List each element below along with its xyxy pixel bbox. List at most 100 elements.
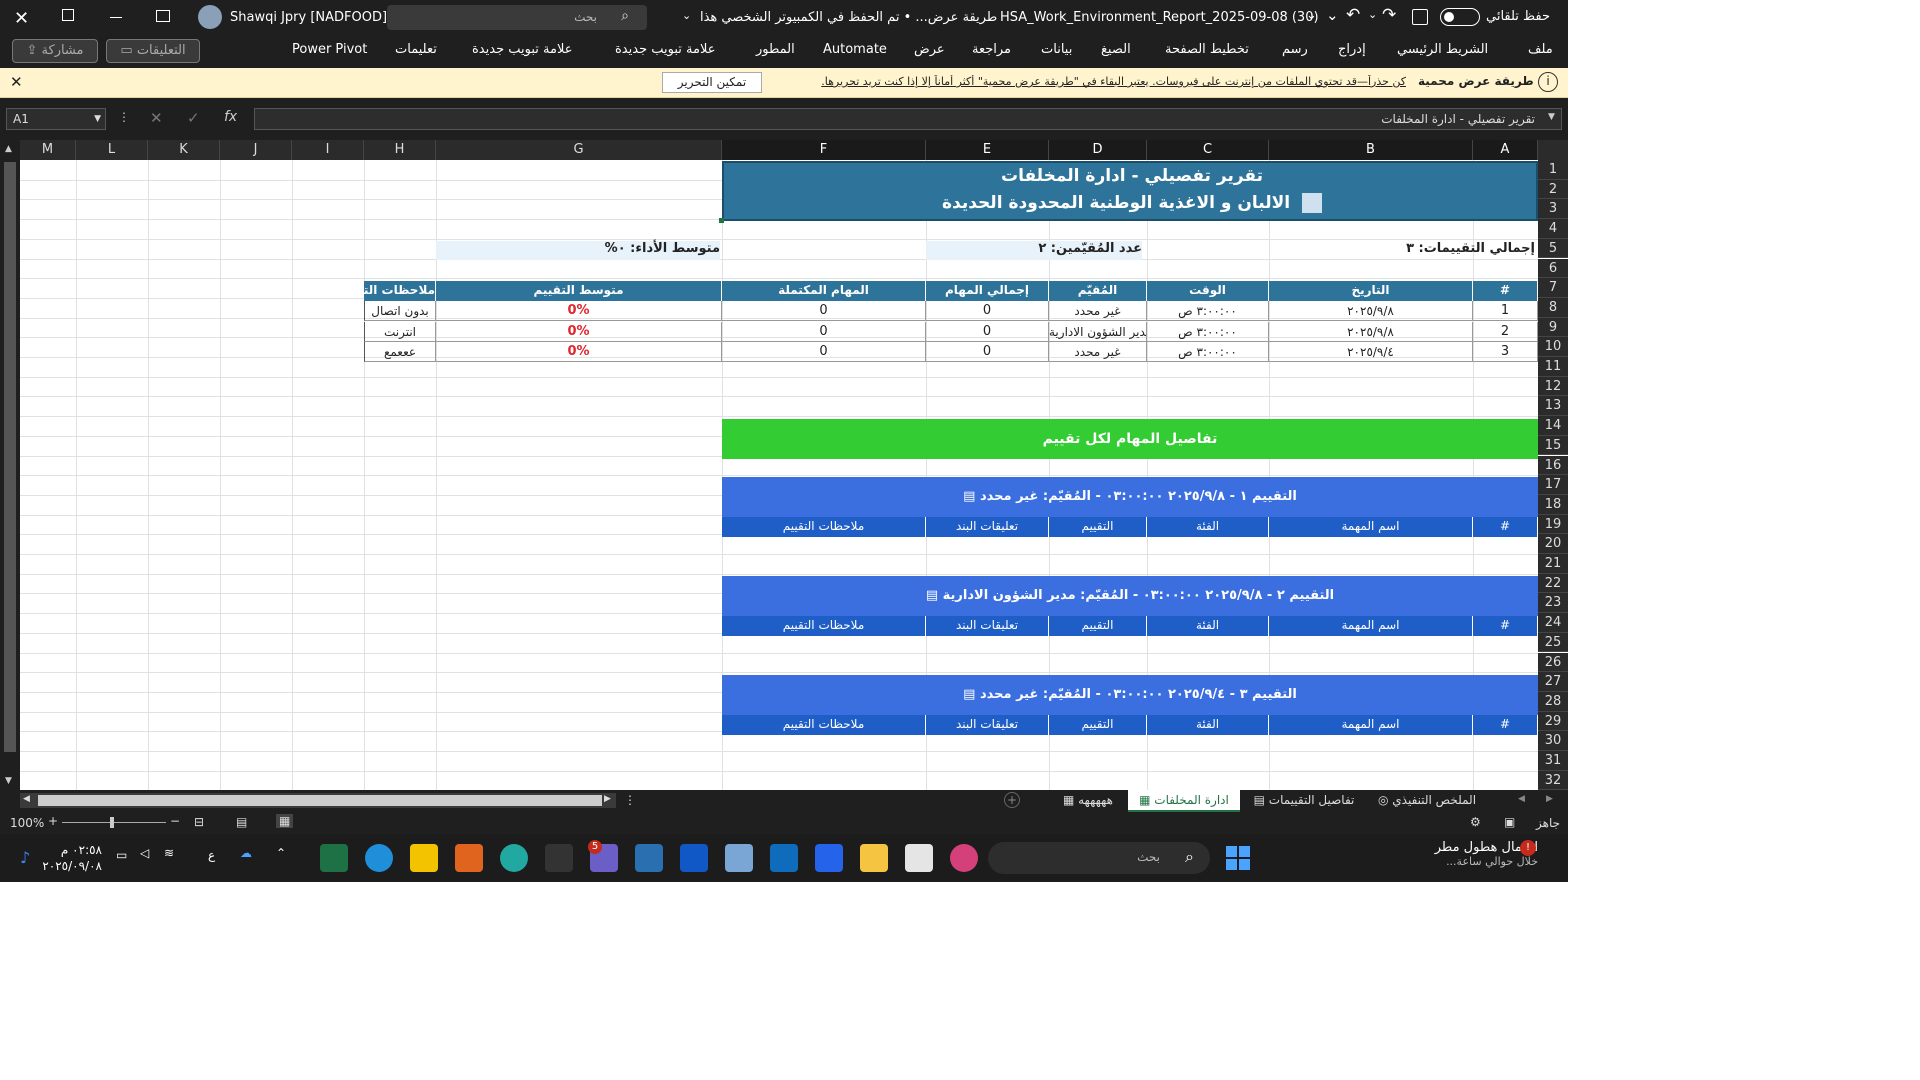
sheet-tab-eval-details[interactable]: ▤ تفاصيل التقييمات — [1246, 790, 1362, 812]
detail-th-number[interactable]: # — [1473, 616, 1538, 636]
scroll-down-icon[interactable]: ▼ — [5, 776, 12, 786]
sheet-tab-extra[interactable]: ▦ هههههه — [1050, 790, 1126, 812]
col-header-L[interactable]: L — [76, 140, 148, 160]
row-header-29[interactable]: 29 — [1538, 711, 1568, 732]
detail-th-rating[interactable]: التقييم — [1049, 616, 1147, 636]
table-cell-notes[interactable]: انترنت — [364, 321, 436, 342]
close-icon[interactable]: ✕ — [14, 8, 29, 29]
table-cell-date[interactable]: ٢٠٢٥/٩/٨ — [1269, 301, 1473, 321]
th-time[interactable]: الوقت — [1147, 281, 1269, 301]
row-header-21[interactable]: 21 — [1538, 554, 1568, 574]
col-header-H[interactable]: H — [364, 140, 436, 160]
ribbon-display-icon[interactable] — [156, 10, 170, 22]
message-text[interactable]: كن حذراً—قد تحتوي الملفات من إنترنت على … — [774, 75, 1406, 88]
row-header-13[interactable]: 13 — [1538, 396, 1568, 417]
zoom-out-icon[interactable]: − — [170, 814, 180, 828]
row-header-24[interactable]: 24 — [1538, 613, 1568, 633]
tab-formulas[interactable]: الصيغ — [1101, 42, 1131, 57]
row-header-20[interactable]: 20 — [1538, 534, 1568, 554]
file-explorer-icon[interactable] — [860, 844, 888, 872]
detail-th-notes[interactable]: ملاحظات التقييم — [722, 616, 926, 636]
detail-th-task-name[interactable]: اسم المهمة — [1269, 517, 1473, 537]
expand-formula-icon[interactable]: ▼ — [1548, 112, 1555, 122]
tab-automate[interactable]: Automate — [823, 42, 887, 57]
detail-th-task-name[interactable]: اسم المهمة — [1269, 715, 1473, 735]
col-header-E[interactable]: E — [926, 140, 1049, 160]
th-total-tasks[interactable]: إجمالي المهام — [926, 281, 1049, 301]
zoom-slider[interactable] — [62, 822, 166, 823]
title-chevron-icon[interactable]: ⌄ — [682, 9, 691, 22]
row-header-8[interactable]: 8 — [1538, 297, 1568, 318]
edge-dev-icon[interactable] — [500, 844, 528, 872]
page-break-view-icon[interactable]: ⊟ — [194, 815, 204, 829]
start-button[interactable] — [1226, 846, 1250, 870]
worksheet[interactable]: ▲ ▼ M L K J I H G F E D C B A 1234567891… — [0, 140, 1568, 792]
table-cell-avg[interactable]: 0% — [436, 301, 722, 321]
app-c-icon[interactable] — [545, 844, 573, 872]
detail-th-category[interactable]: الفئة — [1147, 616, 1269, 636]
table-cell-avg[interactable]: 0% — [436, 342, 722, 362]
th-avg-rating[interactable]: متوسط التقييم — [436, 281, 722, 301]
row-header-10[interactable]: 10 — [1538, 337, 1568, 357]
row-header-32[interactable]: 32 — [1538, 770, 1568, 791]
table-cell-evaluator[interactable]: مدير الشؤون الادارية — [1049, 321, 1147, 342]
app-white-icon[interactable] — [905, 844, 933, 872]
evaluation-banner-1[interactable]: التقييم ١ - ٢٠٢٥/٩/٨ ٠٣:٠٠:٠٠ - المُقيّم… — [722, 477, 1538, 517]
zoom-slider-thumb[interactable] — [110, 817, 114, 828]
table-cell-total[interactable]: 0 — [926, 342, 1049, 362]
report-title-block[interactable]: تقرير تفصيلي - ادارة المخلفات الالبان و … — [722, 161, 1538, 221]
table-cell-time[interactable]: ٣:٠٠:٠٠ ص — [1147, 321, 1269, 342]
user-name[interactable]: Shawqi Jpry [NADFOOD] — [230, 10, 387, 25]
table-cell-completed[interactable]: 0 — [722, 301, 926, 321]
avatar[interactable] — [198, 5, 222, 29]
accessibility-icon[interactable]: ▣ — [1504, 815, 1515, 829]
share-button[interactable]: ⇪ مشاركة — [12, 39, 98, 63]
page-layout-view-icon[interactable]: ▤ — [236, 815, 247, 829]
detail-th-notes[interactable]: ملاحظات التقييم — [722, 715, 926, 735]
display-settings-icon[interactable]: ⚙ — [1470, 815, 1481, 829]
tab-page-layout[interactable]: تخطيط الصفحة — [1165, 42, 1249, 57]
tab-file[interactable]: ملف — [1528, 42, 1553, 57]
tab-developer[interactable]: المطور — [756, 42, 795, 57]
tab-data[interactable]: بيانات — [1041, 42, 1072, 57]
selection-handle[interactable] — [719, 218, 724, 223]
row-header-28[interactable]: 28 — [1538, 691, 1568, 712]
outlook-icon[interactable] — [770, 844, 798, 872]
minimize-icon[interactable] — [110, 17, 122, 18]
average-performance[interactable]: متوسط الأداء: ٠% — [436, 241, 720, 260]
th-evaluator[interactable]: المُقيّم — [1049, 281, 1147, 301]
row-header-6[interactable]: 6 — [1538, 258, 1568, 279]
sheet-tab-executive-summary[interactable]: ◎ الملخص التنفيذي — [1368, 790, 1486, 812]
details-banner[interactable]: تفاصيل المهام لكل تقييم — [722, 419, 1538, 459]
tab-review[interactable]: مراجعة — [972, 42, 1011, 57]
weather-widget[interactable]: احتمال هطول مطر خلال حوالي ساعة... — [1410, 840, 1560, 868]
row-header-14[interactable]: 14 — [1538, 416, 1568, 436]
onedrive-icon[interactable]: ☁ — [240, 846, 252, 860]
copilot-icon[interactable] — [950, 844, 978, 872]
tab-insert[interactable]: إدراج — [1338, 42, 1366, 57]
evaluation-banner-3[interactable]: التقييم ٣ - ٢٠٢٥/٩/٤ ٠٣:٠٠:٠٠ - المُقيّم… — [722, 675, 1538, 715]
language-indicator[interactable]: ع — [208, 848, 215, 862]
tab-scroll-left-icon[interactable]: ◀ — [1518, 794, 1525, 804]
wifi-icon[interactable]: ≋ — [164, 846, 174, 860]
app-y-icon[interactable] — [680, 844, 708, 872]
tab-draw[interactable]: رسم — [1282, 42, 1308, 57]
table-cell-evaluator[interactable]: غير محدد — [1049, 342, 1147, 362]
tab-scroll-right-icon[interactable]: ▶ — [1546, 794, 1553, 804]
row-header-23[interactable]: 23 — [1538, 593, 1568, 614]
col-header-A[interactable]: A — [1473, 140, 1538, 160]
battery-icon[interactable]: ▭ — [116, 848, 127, 862]
app-orange-icon[interactable] — [455, 844, 483, 872]
th-completed-tasks[interactable]: المهام المكتملة — [722, 281, 926, 301]
row-header-26[interactable]: 26 — [1538, 652, 1568, 673]
row-header-27[interactable]: 27 — [1538, 672, 1568, 692]
detail-th-rating[interactable]: التقييم — [1049, 517, 1147, 537]
table-cell-n[interactable]: 2 — [1473, 321, 1538, 342]
tab-view[interactable]: عرض — [914, 42, 945, 57]
row-header-16[interactable]: 16 — [1538, 455, 1568, 476]
enable-editing-button[interactable]: تمكين التحرير — [662, 72, 762, 93]
scroll-left-icon[interactable]: ◀ — [23, 794, 30, 804]
table-cell-date[interactable]: ٢٠٢٥/٩/٨ — [1269, 321, 1473, 342]
autosave-toggle[interactable] — [1440, 8, 1480, 26]
col-header-M[interactable]: M — [20, 140, 76, 160]
